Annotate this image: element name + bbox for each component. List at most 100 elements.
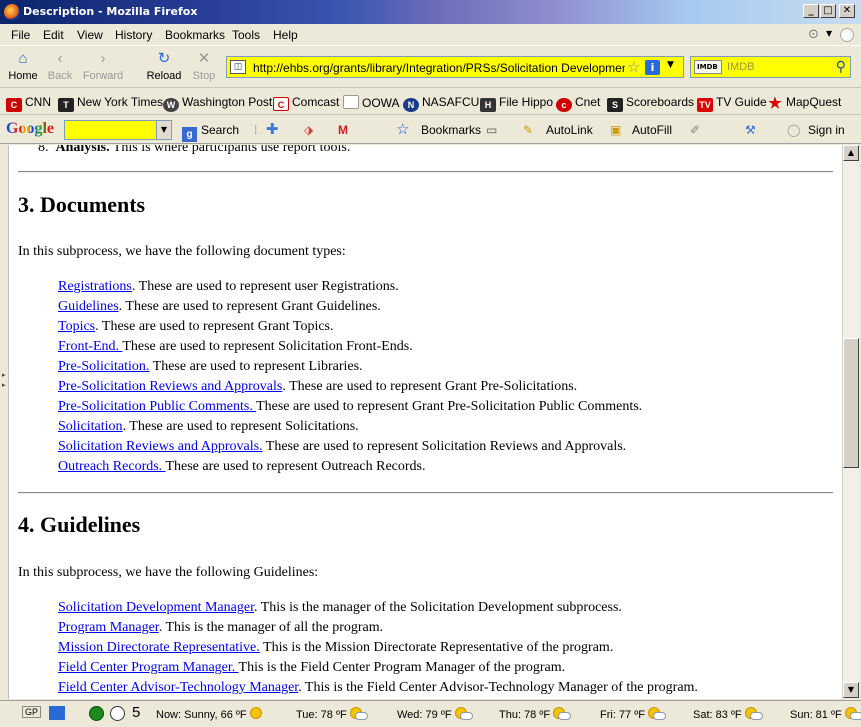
bookmark-scoreboards[interactable]: S Scoreboards [607, 95, 694, 112]
weather-thu[interactable]: Thu: 78 ºF [499, 707, 572, 721]
stop-button[interactable]: ✕ Stop [188, 50, 220, 86]
bookmark-comcast[interactable]: C Comcast [273, 95, 339, 111]
autofill-button[interactable]: AutoFill [632, 123, 672, 137]
star-icon[interactable]: ☆ [396, 120, 409, 138]
weather-now[interactable]: Now: Sunny, 66 ºF [156, 707, 268, 721]
list-item-text: . This is the Field Center Advisor-Techn… [298, 680, 698, 695]
bookmark-cnet[interactable]: c Cnet [556, 95, 600, 112]
weather-wed[interactable]: Wed: 79 ºF [397, 707, 473, 721]
sidebar-splitter[interactable]: ▸ ▸ [0, 145, 9, 699]
bookmark-cnn[interactable]: C CNN [6, 95, 51, 112]
list-item-text: . This is the manager of the Solicitatio… [253, 600, 622, 615]
wp-icon: W [163, 98, 179, 112]
list-item-link[interactable]: Field Center Program Manager. [58, 660, 239, 675]
plus-icon[interactable]: ✚ [266, 120, 279, 138]
google-search-button[interactable]: g Search [182, 123, 239, 142]
bookmark-oowa[interactable]: OOWA [343, 95, 400, 110]
bookmark-mapquest[interactable]: ★ MapQuest [767, 95, 841, 111]
list-item-link[interactable]: Guidelines [58, 299, 119, 314]
bookmark-file-hippo[interactable]: H File Hippo [480, 95, 553, 112]
address-bar[interactable]: ◫ http://ehbs.org/grants/library/Integra… [226, 56, 684, 78]
partly-cloudy-icon [553, 707, 572, 721]
url-input[interactable]: http://ehbs.org/grants/library/Integrati… [253, 61, 625, 75]
bookmark-nytimes[interactable]: T New York Times [58, 95, 163, 112]
addon-icon[interactable] [49, 706, 65, 720]
list-item-text: These are used to represent Grant Pre-So… [256, 399, 643, 414]
page-icon: ◫ [230, 60, 246, 74]
bookmark-washington-post[interactable]: W Washington Post [163, 95, 272, 112]
search-bar[interactable]: IMDB IMDB ⚲ [690, 56, 851, 78]
menu-help[interactable]: Help [273, 28, 298, 42]
menu-bookmarks[interactable]: Bookmarks [165, 28, 225, 42]
scroll-up-arrow-icon[interactable]: ▲ [843, 145, 859, 161]
url-dropdown-icon[interactable]: ▼ [667, 60, 674, 70]
reload-button[interactable]: ↻ Reload [144, 50, 184, 86]
list-item-link[interactable]: Topics [58, 319, 95, 334]
list-item-link[interactable]: Outreach Records. [58, 459, 165, 474]
signin-button[interactable]: Sign in [808, 123, 845, 137]
bookmark-nasafcu[interactable]: N NASAFCU [403, 95, 479, 112]
list-item-link[interactable]: Registrations [58, 279, 132, 294]
sync-icon[interactable] [840, 28, 854, 42]
count-badge: 5 [132, 704, 141, 721]
search-engine-icon[interactable]: IMDB [694, 60, 722, 74]
menu-view[interactable]: View [77, 28, 103, 42]
menu-edit[interactable]: Edit [43, 28, 64, 42]
bookmarks-menu-button[interactable]: Bookmarks [421, 123, 481, 137]
list-item-link[interactable]: Pre-Solicitation. [58, 359, 149, 374]
title-bar: Description - Mozilla Firefox _ □ ✕ [0, 0, 861, 24]
minimize-button[interactable]: _ [803, 4, 819, 18]
menu-history[interactable]: History [115, 28, 152, 42]
chevron-down-icon[interactable]: ▼ [156, 121, 171, 139]
wrench-icon[interactable]: ⚒ [745, 123, 756, 137]
chevron-down-icon[interactable]: ▼ [826, 29, 832, 38]
menu-file[interactable]: File [11, 28, 30, 42]
home-button[interactable]: ⌂ Home [6, 50, 40, 86]
divider [18, 492, 833, 494]
list-item-link[interactable]: Pre-Solicitation Reviews and Approvals [58, 379, 282, 394]
info-icon[interactable]: i [645, 60, 660, 75]
weather-sun[interactable]: Sun: 81 ºF [790, 707, 861, 721]
weather-tue[interactable]: Tue: 78 ºF [296, 707, 368, 721]
list-item: Program Manager. This is the manager of … [58, 618, 698, 638]
pen-icon[interactable]: ✐ [690, 123, 700, 137]
list-item: Field Center Program Manager. This is th… [58, 658, 698, 678]
search-input[interactable]: IMDB [727, 61, 755, 73]
google-search-input[interactable]: ▼ [64, 120, 172, 140]
list-item-text: These are used to represent Solicitation… [262, 439, 627, 454]
autolink-button[interactable]: AutoLink [546, 123, 593, 137]
forward-button[interactable]: › Forward [80, 50, 126, 86]
previous-list-item: 8. Analysis. This is where participants … [38, 145, 351, 155]
bookmark-tag-icon[interactable]: ⬗ [304, 123, 313, 137]
maximize-button[interactable]: □ [820, 4, 836, 18]
list-item-link[interactable]: Program Manager [58, 620, 159, 635]
vertical-scrollbar[interactable]: ▲ ▼ [842, 145, 859, 699]
list-item-link[interactable]: Solicitation Development Manager [58, 600, 254, 615]
clock-icon[interactable] [110, 706, 125, 721]
documents-intro: In this subprocess, we have the followin… [18, 244, 346, 259]
close-button[interactable]: ✕ [839, 4, 855, 18]
list-item-text: These are used to represent Solicitation… [122, 339, 413, 354]
bookmark-star-icon[interactable]: ☆ [627, 58, 640, 76]
guidelines-list: Solicitation Development Manager. This i… [58, 598, 698, 698]
scroll-down-arrow-icon[interactable]: ▼ [843, 682, 859, 698]
list-item-link[interactable]: Solicitation Reviews and Approvals. [58, 439, 263, 454]
list-item-link[interactable]: Field Center Advisor-Technology Manager [58, 680, 298, 695]
bookmark-tv-guide[interactable]: TV TV Guide [697, 95, 767, 112]
list-item-link[interactable]: Front-End. [58, 339, 122, 354]
google-logo: Google [6, 120, 54, 137]
list-item-link[interactable]: Solicitation [58, 419, 123, 434]
text-box-icon[interactable]: ▭ [486, 123, 497, 137]
divider [18, 171, 833, 173]
list-item-link[interactable]: Pre-Solicitation Public Comments. [58, 399, 256, 414]
gp-badge[interactable]: GP [22, 706, 42, 718]
gmail-icon[interactable]: M [338, 123, 348, 137]
back-button[interactable]: ‹ Back [44, 50, 76, 86]
list-item-link[interactable]: Mission Directorate Representative. [58, 640, 260, 655]
search-icon[interactable]: ⚲ [836, 59, 846, 75]
menu-tools[interactable]: Tools [232, 28, 260, 42]
status-green-icon[interactable] [89, 706, 104, 721]
scroll-thumb[interactable] [843, 338, 859, 468]
weather-sat[interactable]: Sat: 83 ºF [693, 707, 763, 721]
weather-fri[interactable]: Fri: 77 ºF [600, 707, 666, 721]
